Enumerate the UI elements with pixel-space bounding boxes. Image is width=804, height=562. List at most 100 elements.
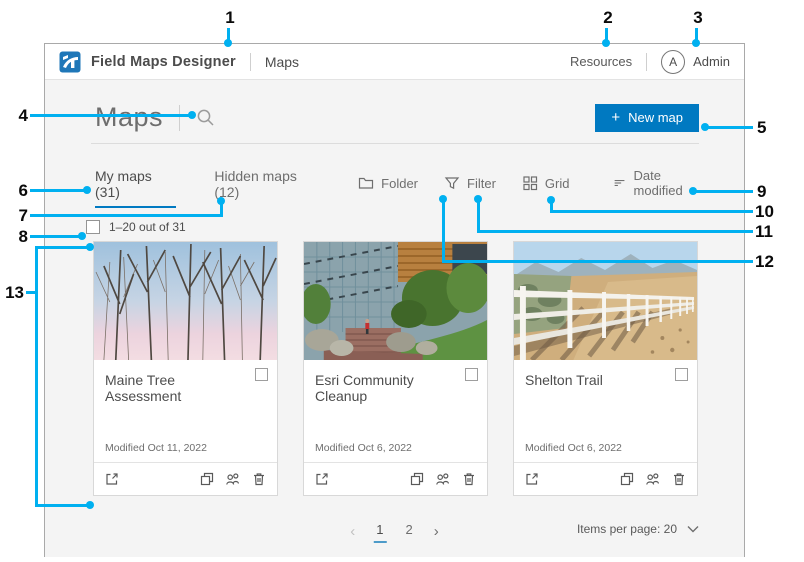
callout-number-2: 2 bbox=[596, 8, 620, 28]
username[interactable]: Admin bbox=[693, 54, 730, 69]
card-modified-date: Modified Oct 6, 2022 bbox=[525, 442, 622, 454]
callout-number-3: 3 bbox=[686, 8, 710, 28]
page-2-button[interactable]: 2 bbox=[401, 520, 418, 543]
card-checkbox[interactable] bbox=[675, 368, 688, 381]
tab-my-maps[interactable]: My maps (31) bbox=[95, 168, 176, 208]
selection-count-label: 1–20 out of 31 bbox=[109, 220, 186, 234]
open-map-button[interactable] bbox=[104, 471, 120, 487]
callout-number-4: 4 bbox=[4, 106, 28, 126]
group-icon bbox=[225, 471, 241, 487]
sort-icon bbox=[613, 175, 626, 191]
callout-line bbox=[605, 28, 608, 43]
header-divider-2 bbox=[646, 53, 647, 71]
delete-button[interactable] bbox=[671, 471, 687, 487]
items-per-page-label: Items per page: 20 bbox=[577, 522, 677, 536]
callout-number-8: 8 bbox=[4, 227, 28, 247]
map-card[interactable]: Maine Tree Assessment Modified Oct 11, 2… bbox=[93, 241, 278, 496]
app-header: Field Maps Designer Maps Resources A Adm… bbox=[45, 44, 744, 80]
card-checkbox[interactable] bbox=[465, 368, 478, 381]
header-divider bbox=[250, 53, 251, 71]
delete-button[interactable] bbox=[251, 471, 267, 487]
callout-number-9: 9 bbox=[757, 182, 781, 202]
callout-number-10: 10 bbox=[755, 202, 779, 222]
filter-label: Filter bbox=[467, 176, 496, 191]
page-next-button[interactable]: › bbox=[430, 523, 443, 540]
card-title: Maine Tree Assessment bbox=[105, 372, 267, 404]
page-prev-button[interactable]: ‹ bbox=[346, 523, 359, 540]
duplicate-icon bbox=[409, 471, 425, 487]
map-thumbnail bbox=[514, 242, 697, 360]
open-map-button[interactable] bbox=[524, 471, 540, 487]
grid-label: Grid bbox=[545, 176, 570, 191]
resources-link[interactable]: Resources bbox=[570, 54, 632, 69]
pagination: ‹ 1 2 › bbox=[346, 520, 442, 543]
callout-line bbox=[227, 28, 230, 43]
grid-icon bbox=[522, 175, 538, 191]
delete-icon bbox=[251, 471, 267, 487]
delete-icon bbox=[461, 471, 477, 487]
sort-button[interactable]: Date modified bbox=[613, 168, 699, 198]
open-icon bbox=[314, 471, 330, 487]
grid-button[interactable]: Grid bbox=[522, 175, 570, 191]
plus-icon: + bbox=[611, 110, 620, 125]
items-per-page-select[interactable]: Items per page: 20 bbox=[577, 522, 699, 536]
duplicate-button[interactable] bbox=[619, 471, 635, 487]
main-content: Maps + New map My maps (31) Hidden maps … bbox=[45, 80, 744, 557]
folder-button[interactable]: Folder bbox=[358, 175, 418, 191]
filter-button[interactable]: Filter bbox=[444, 175, 496, 191]
map-card-grid: Maine Tree Assessment Modified Oct 11, 2… bbox=[45, 234, 744, 496]
app-window: Field Maps Designer Maps Resources A Adm… bbox=[44, 43, 745, 557]
share-group-button[interactable] bbox=[435, 471, 451, 487]
title-divider bbox=[179, 105, 180, 131]
open-icon bbox=[524, 471, 540, 487]
select-all-checkbox[interactable] bbox=[86, 220, 100, 234]
nav-maps[interactable]: Maps bbox=[265, 54, 299, 70]
delete-icon bbox=[671, 471, 687, 487]
map-card[interactable]: Shelton Trail Modified Oct 6, 2022 bbox=[513, 241, 698, 496]
chevron-down-icon bbox=[687, 525, 699, 533]
filter-icon bbox=[444, 175, 460, 191]
callout-number-11: 11 bbox=[755, 222, 779, 242]
folder-icon bbox=[358, 175, 374, 191]
folder-label: Folder bbox=[381, 176, 418, 191]
open-map-button[interactable] bbox=[314, 471, 330, 487]
map-thumbnail bbox=[304, 242, 487, 360]
duplicate-button[interactable] bbox=[409, 471, 425, 487]
map-thumbnail bbox=[94, 242, 277, 360]
callout-number-6: 6 bbox=[4, 181, 28, 201]
new-map-label: New map bbox=[628, 110, 683, 125]
callout-number-13: 13 bbox=[0, 283, 24, 303]
avatar[interactable]: A bbox=[661, 50, 685, 74]
card-modified-date: Modified Oct 11, 2022 bbox=[105, 442, 207, 454]
delete-button[interactable] bbox=[461, 471, 477, 487]
new-map-button[interactable]: + New map bbox=[595, 104, 699, 132]
card-title: Esri Community Cleanup bbox=[315, 372, 477, 404]
callout-line bbox=[26, 291, 38, 294]
callout-number-5: 5 bbox=[757, 118, 781, 138]
page-title: Maps bbox=[95, 102, 163, 133]
screenshot-canvas: Field Maps Designer Maps Resources A Adm… bbox=[0, 0, 804, 562]
duplicate-icon bbox=[199, 471, 215, 487]
tab-hidden-maps[interactable]: Hidden maps (12) bbox=[214, 168, 320, 208]
group-icon bbox=[645, 471, 661, 487]
map-card[interactable]: Esri Community Cleanup Modified Oct 6, 2… bbox=[303, 241, 488, 496]
duplicate-icon bbox=[619, 471, 635, 487]
callout-line bbox=[35, 246, 38, 507]
list-toolbar: Folder Filter Grid bbox=[358, 168, 699, 198]
card-modified-date: Modified Oct 6, 2022 bbox=[315, 442, 412, 454]
search-icon[interactable] bbox=[196, 108, 215, 127]
share-group-button[interactable] bbox=[225, 471, 241, 487]
callout-number-7: 7 bbox=[4, 206, 28, 226]
page-1-button[interactable]: 1 bbox=[371, 520, 388, 543]
share-group-button[interactable] bbox=[645, 471, 661, 487]
callout-line bbox=[695, 28, 698, 43]
card-checkbox[interactable] bbox=[255, 368, 268, 381]
callout-number-12: 12 bbox=[755, 252, 779, 272]
group-icon bbox=[435, 471, 451, 487]
card-title: Shelton Trail bbox=[525, 372, 687, 388]
callout-number-1: 1 bbox=[218, 8, 242, 28]
duplicate-button[interactable] bbox=[199, 471, 215, 487]
esri-logo bbox=[59, 51, 81, 73]
app-title: Field Maps Designer bbox=[91, 54, 236, 70]
open-icon bbox=[104, 471, 120, 487]
